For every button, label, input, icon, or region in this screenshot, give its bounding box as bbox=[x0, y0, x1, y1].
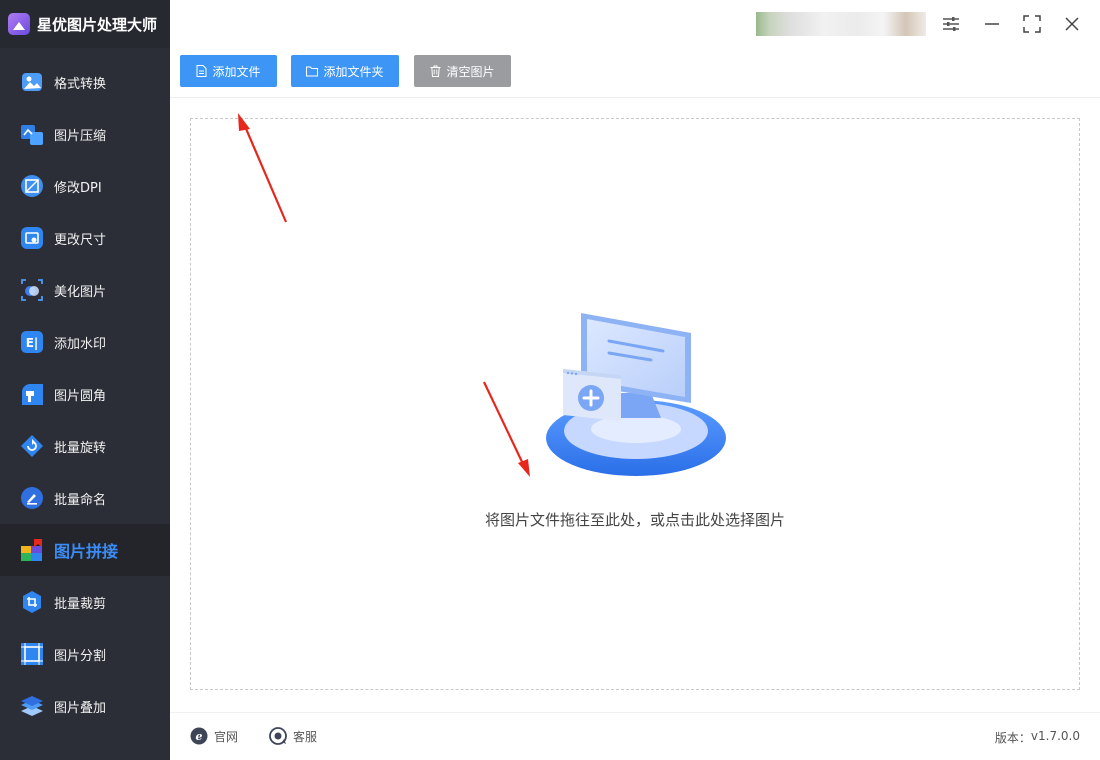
settings-sliders-icon[interactable] bbox=[939, 12, 963, 36]
svg-text:E|: E| bbox=[26, 336, 39, 350]
sidebar-item-label: 批量命名 bbox=[54, 492, 107, 508]
sidebar-item-watermark[interactable]: E| 添加水印 bbox=[0, 316, 170, 368]
sidebar-item-label: 修改DPI bbox=[54, 180, 102, 196]
rename-icon bbox=[21, 487, 43, 509]
split-icon bbox=[21, 643, 43, 665]
add-file-button[interactable]: 添加文件 bbox=[180, 55, 277, 87]
sidebar-item-dpi[interactable]: 修改DPI bbox=[0, 160, 170, 212]
sidebar-item-stitch[interactable]: 图片拼接 bbox=[0, 524, 170, 576]
clear-images-label: 清空图片 bbox=[446, 64, 495, 79]
format-convert-icon bbox=[22, 73, 42, 91]
sidebar-item-resize[interactable]: 更改尺寸 bbox=[0, 212, 170, 264]
app-logo-icon bbox=[8, 13, 30, 35]
sidebar-item-label: 图片拼接 bbox=[54, 542, 119, 561]
website-label: 官网 bbox=[214, 729, 239, 744]
sidebar-menu: 格式转换 图片压缩 修改DPI 更改尺寸 美化图片 E| 添加水印 图片圆角 批 bbox=[0, 56, 170, 732]
sidebar-item-label: 图片圆角 bbox=[54, 388, 107, 404]
dpi-icon bbox=[21, 175, 43, 197]
sidebar-item-image-compress[interactable]: 图片压缩 bbox=[0, 108, 170, 160]
add-folder-label: 添加文件夹 bbox=[323, 64, 384, 79]
app-brand: 星优图片处理大师 bbox=[0, 0, 170, 48]
support-label: 客服 bbox=[293, 729, 318, 744]
sidebar-item-round-corner[interactable]: 图片圆角 bbox=[0, 368, 170, 420]
minimize-icon[interactable] bbox=[980, 12, 1004, 36]
clear-images-button[interactable]: 清空图片 bbox=[414, 55, 511, 87]
sidebar-item-label: 添加水印 bbox=[54, 336, 107, 352]
file-icon bbox=[196, 65, 207, 77]
sidebar: 星优图片处理大师 格式转换 图片压缩 修改DPI 更改尺寸 美化图片 E| 添加… bbox=[0, 0, 170, 760]
image-compress-icon bbox=[21, 125, 43, 145]
dropzone-hint: 将图片文件拖往至此处，或点击此处选择图片 bbox=[484, 511, 785, 529]
chat-bubble-icon bbox=[269, 727, 287, 745]
support-link[interactable]: 客服 bbox=[269, 727, 317, 745]
footer: e 官网 客服 版本： v1.7.0.0 bbox=[170, 712, 1100, 760]
monitor-upload-illustration-icon bbox=[546, 313, 726, 476]
user-account-blurred[interactable] bbox=[756, 12, 926, 36]
sidebar-item-label: 批量旋转 bbox=[54, 440, 107, 456]
sidebar-item-split[interactable]: 图片分割 bbox=[0, 628, 170, 680]
image-dropzone[interactable]: 将图片文件拖往至此处，或点击此处选择图片 bbox=[190, 118, 1080, 690]
version-label: 版本： bbox=[994, 731, 1031, 745]
sidebar-item-label: 美化图片 bbox=[54, 284, 107, 300]
add-file-label: 添加文件 bbox=[212, 64, 261, 79]
sidebar-item-label: 更改尺寸 bbox=[54, 232, 107, 248]
sidebar-item-rotate[interactable]: 批量旋转 bbox=[0, 420, 170, 472]
round-corner-icon bbox=[22, 384, 43, 405]
title-bar bbox=[170, 0, 1100, 48]
sidebar-item-label: 格式转换 bbox=[54, 76, 107, 92]
add-folder-button[interactable]: 添加文件夹 bbox=[291, 55, 399, 87]
version-value: v1.7.0.0 bbox=[1030, 729, 1080, 743]
sidebar-item-crop[interactable]: 批量裁剪 bbox=[0, 576, 170, 628]
stitch-icon bbox=[21, 539, 42, 561]
sidebar-item-format-convert[interactable]: 格式转换 bbox=[0, 56, 170, 108]
resize-icon bbox=[21, 227, 43, 249]
svg-text:e: e bbox=[196, 730, 203, 743]
sidebar-item-label: 批量裁剪 bbox=[54, 596, 107, 612]
sidebar-item-label: 图片叠加 bbox=[54, 700, 107, 716]
trash-icon bbox=[430, 65, 441, 77]
version-info: 版本： v1.7.0.0 bbox=[995, 729, 1080, 746]
folder-icon bbox=[306, 66, 319, 76]
sidebar-item-beautify[interactable]: 美化图片 bbox=[0, 264, 170, 316]
website-link[interactable]: e 官网 bbox=[190, 727, 238, 745]
sidebar-item-overlay[interactable]: 图片叠加 bbox=[0, 680, 170, 732]
close-icon[interactable] bbox=[1060, 12, 1084, 36]
main-panel: 添加文件 添加文件夹 清空图片 将图片文件拖往至此处，或点击此处选择图片 e 官… bbox=[170, 0, 1100, 760]
rotate-icon bbox=[21, 435, 43, 457]
sidebar-item-rename[interactable]: 批量命名 bbox=[0, 472, 170, 524]
maximize-icon[interactable] bbox=[1020, 12, 1044, 36]
beautify-icon bbox=[21, 279, 43, 301]
app-title: 星优图片处理大师 bbox=[37, 15, 158, 34]
sidebar-item-label: 图片压缩 bbox=[54, 128, 107, 144]
watermark-icon: E| bbox=[21, 331, 43, 353]
crop-icon bbox=[23, 591, 41, 613]
browser-e-icon: e bbox=[190, 727, 208, 745]
sidebar-item-label: 图片分割 bbox=[54, 648, 107, 664]
toolbar: 添加文件 添加文件夹 清空图片 bbox=[170, 48, 1100, 98]
overlay-icon bbox=[21, 696, 43, 716]
